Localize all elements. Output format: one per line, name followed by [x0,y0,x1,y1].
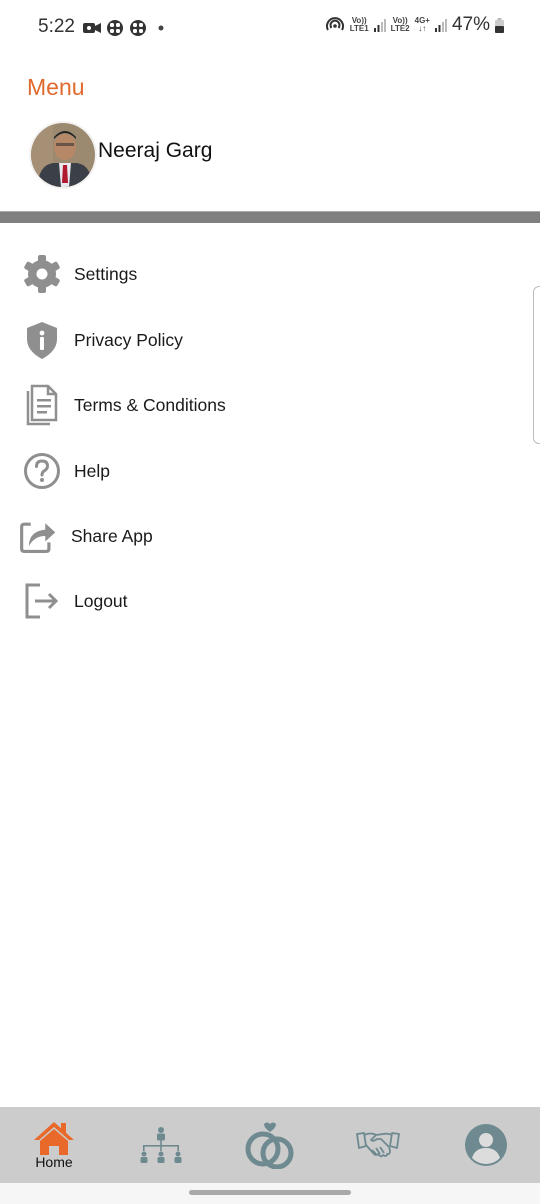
network-type-indicator: 4G+ ↓↑ [414,16,430,33]
signal-icon [373,19,386,32]
menu-item-share-app[interactable]: Share App [0,511,480,561]
menu-label: Share App [71,525,153,546]
header-divider [0,211,540,223]
more-notifications-dot [158,25,164,31]
hierarchy-icon [140,1127,182,1163]
logout-icon [22,581,62,621]
menu-label: Settings [74,263,138,284]
rings-icon [245,1122,294,1169]
menu-title: Menu [27,74,85,100]
menu-item-terms-conditions[interactable]: Terms & Conditions [0,380,480,430]
share-icon [18,516,58,556]
menu-item-help[interactable]: Help [0,446,480,496]
bottom-navigation: Home [0,1107,540,1183]
nav-label: Home [35,1154,73,1170]
nav-deals[interactable] [338,1107,418,1183]
gear-icon [22,254,62,294]
system-status-icons: Vo)) LTE1 Vo)) LTE2 4G+ ↓↑ 47% [325,14,504,36]
help-circle-icon [22,451,62,491]
document-icon [22,384,62,426]
status-bar: 5:22 Vo)) LTE1 Vo)) LTE2 4G+ ↓↑ 47% [0,0,540,56]
app-notification-icon [130,20,146,36]
signal-icon [434,19,447,32]
nav-home[interactable]: Home [14,1107,94,1183]
sim1-indicator: Vo)) LTE1 [349,16,369,33]
nav-network[interactable] [121,1107,201,1183]
menu-label: Logout [74,590,128,611]
hotspot-icon [325,17,344,31]
home-icon [34,1122,74,1155]
nav-matrimony[interactable] [230,1107,310,1183]
menu-label: Help [74,460,110,481]
menu-label: Terms & Conditions [74,394,226,415]
menu-item-settings[interactable]: Settings [0,249,480,299]
sim2-indicator: Vo)) LTE2 [390,16,410,33]
status-time: 5:22 [38,16,75,37]
shield-info-icon [22,320,62,360]
menu-item-logout[interactable]: Logout [0,576,480,626]
video-camera-icon [83,23,101,33]
profile-icon [465,1124,507,1166]
menu-item-privacy-policy[interactable]: Privacy Policy [0,315,480,365]
battery-icon [495,17,504,33]
user-name: Neeraj Garg [98,139,213,162]
app-notification-icon [107,20,123,36]
handshake-icon [356,1132,400,1158]
avatar-photo [31,123,95,187]
home-gesture-bar[interactable] [189,1190,351,1195]
battery-percent: 47% [451,14,490,35]
notification-icons [83,19,166,37]
edge-panel-handle[interactable] [533,286,540,444]
nav-profile[interactable] [446,1107,526,1183]
menu-label: Privacy Policy [74,329,183,350]
avatar[interactable] [31,123,95,187]
